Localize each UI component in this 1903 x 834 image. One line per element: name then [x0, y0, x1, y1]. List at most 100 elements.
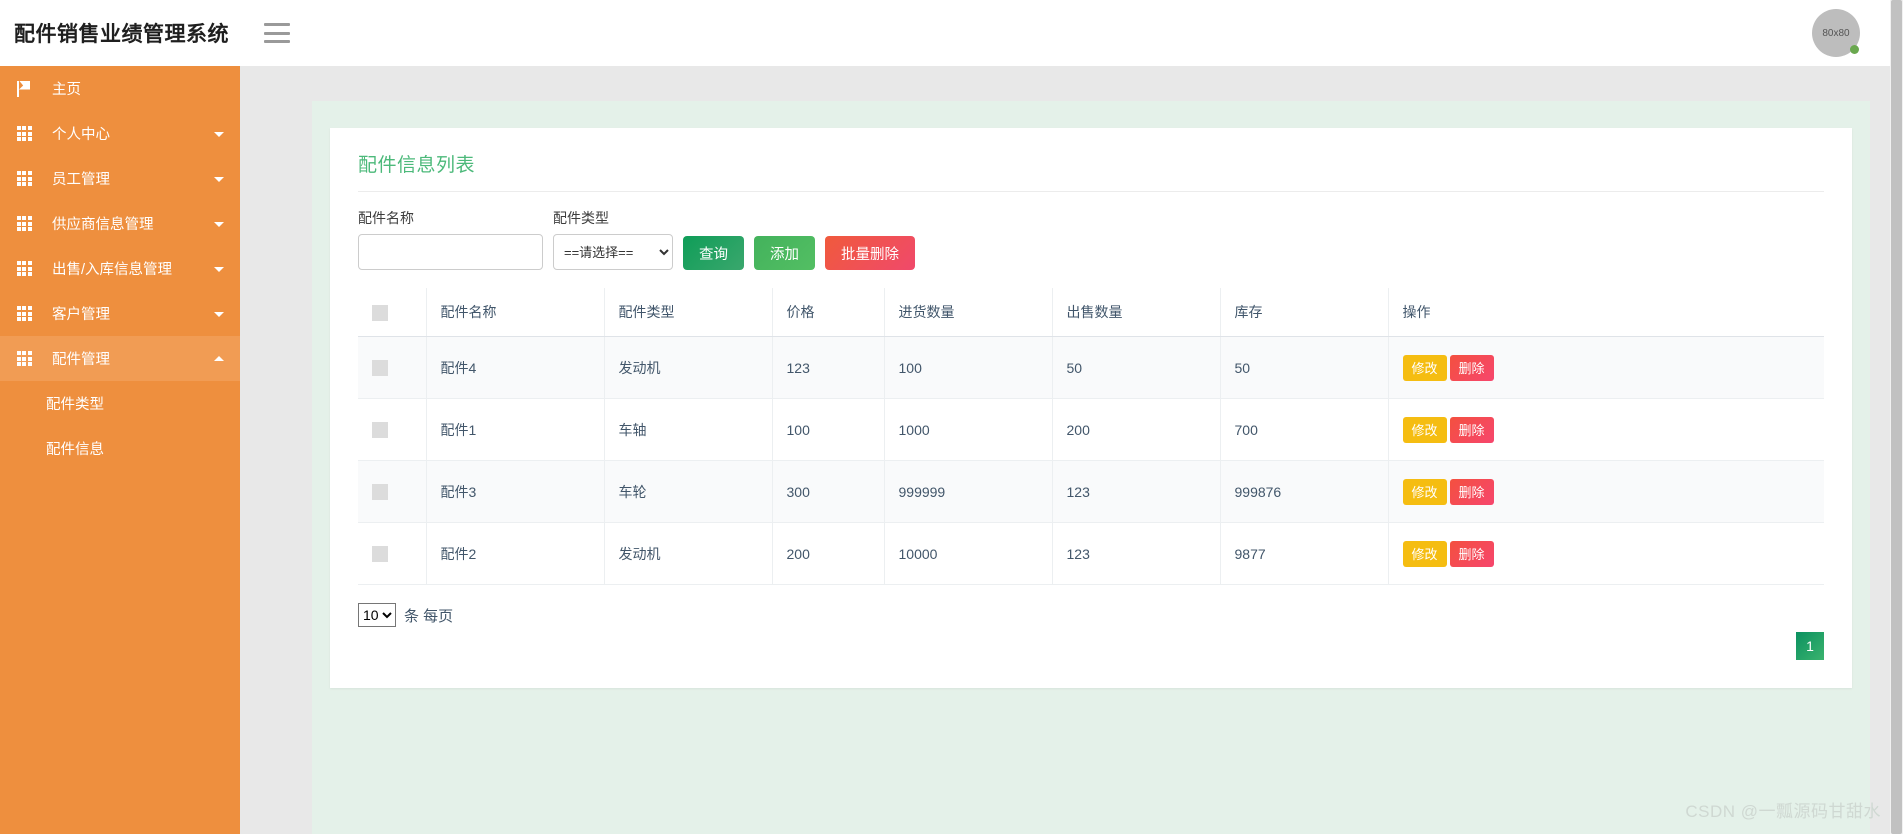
header-sold: 出售数量 — [1052, 288, 1221, 337]
sidebar-item-home[interactable]: 主页 — [0, 66, 240, 111]
sidebar-subitem-part-type[interactable]: 配件类型 — [0, 381, 240, 426]
part-type-label: 配件类型 — [553, 210, 609, 226]
grid-icon — [6, 171, 42, 186]
sidebar-subitem-part-info[interactable]: 配件信息 — [0, 426, 240, 471]
part-name-input[interactable] — [358, 234, 543, 270]
cell-actions: 修改 删除 — [1388, 522, 1824, 585]
chevron-down-icon — [214, 311, 224, 317]
pagination: 1 — [1796, 632, 1824, 660]
flag-icon — [6, 80, 42, 97]
table-row: 配件4 发动机 123 100 50 50 修改 删除 — [358, 336, 1824, 399]
cell-purchased: 10000 — [884, 522, 1053, 585]
edit-button[interactable]: 修改 — [1402, 416, 1447, 443]
cell-stock: 9877 — [1220, 522, 1389, 585]
sidebar-item-supplier-management[interactable]: 供应商信息管理 — [0, 201, 240, 246]
delete-button[interactable]: 删除 — [1449, 540, 1494, 567]
cell-part-name: 配件4 — [426, 336, 605, 399]
cell-actions: 修改 删除 — [1388, 460, 1824, 523]
delete-button[interactable]: 删除 — [1449, 478, 1494, 505]
watermark: CSDN @一瓢源码甘甜水 — [1685, 802, 1881, 821]
grid-icon — [6, 261, 42, 276]
scrollbar-thumb[interactable] — [1891, 0, 1902, 834]
sidebar-item-label: 客户管理 — [52, 307, 110, 323]
header-part-type: 配件类型 — [604, 288, 773, 337]
cell-part-name: 配件3 — [426, 460, 605, 523]
cell-sold: 50 — [1052, 336, 1221, 399]
table-row: 配件3 车轮 300 999999 123 999876 修改 删除 — [358, 460, 1824, 523]
select-all-checkbox[interactable] — [372, 304, 388, 321]
delete-button[interactable]: 删除 — [1449, 354, 1494, 381]
sidebar: 主页 个人中心 员工管理 供应商信息管理 出售/入库信息管理 客户管理 配件管理… — [0, 66, 240, 834]
edit-button[interactable]: 修改 — [1402, 478, 1447, 505]
cell-stock: 999876 — [1220, 460, 1389, 523]
cell-price: 200 — [772, 522, 885, 585]
sidebar-item-label: 个人中心 — [52, 127, 110, 143]
row-checkbox-cell — [358, 336, 427, 399]
parts-list-card: 配件信息列表 配件名称 配件类型 ==请选择== 查询 添加 批量删除 配件名称… — [330, 128, 1852, 688]
cell-purchased: 1000 — [884, 398, 1053, 461]
sidebar-item-parts-management[interactable]: 配件管理 — [0, 336, 240, 381]
top-header-bar: 配件销售业绩管理系统 80x80 — [0, 0, 1890, 66]
cell-stock: 700 — [1220, 398, 1389, 461]
chevron-down-icon — [214, 176, 224, 182]
hamburger-icon[interactable] — [264, 23, 290, 43]
cell-price: 100 — [772, 398, 885, 461]
table-head: 配件名称 配件类型 价格 进货数量 出售数量 库存 操作 — [358, 288, 1824, 337]
table-body: 配件4 发动机 123 100 50 50 修改 删除 配件1 车轴 100 1… — [358, 336, 1824, 585]
cell-actions: 修改 删除 — [1388, 336, 1824, 399]
sidebar-item-sale-stock-management[interactable]: 出售/入库信息管理 — [0, 246, 240, 291]
sidebar-item-personal-center[interactable]: 个人中心 — [0, 111, 240, 156]
page-scrollbar[interactable] — [1890, 0, 1903, 834]
grid-icon — [6, 216, 42, 231]
table-row: 配件2 发动机 200 10000 123 9877 修改 删除 — [358, 522, 1824, 585]
app-title: 配件销售业绩管理系统 — [14, 23, 229, 46]
cell-part-type: 发动机 — [604, 522, 773, 585]
batch-delete-button[interactable]: 批量删除 — [825, 236, 915, 270]
query-button[interactable]: 查询 — [683, 236, 744, 270]
cell-sold: 123 — [1052, 522, 1221, 585]
page-size-select[interactable]: 10 — [358, 603, 396, 627]
row-checkbox[interactable] — [372, 546, 388, 563]
table-header-row: 配件名称 配件类型 价格 进货数量 出售数量 库存 操作 — [358, 288, 1824, 337]
avatar[interactable]: 80x80 — [1812, 9, 1860, 57]
row-checkbox-cell — [358, 460, 427, 523]
sidebar-item-customer-management[interactable]: 客户管理 — [0, 291, 240, 336]
chevron-down-icon — [214, 266, 224, 272]
cell-part-type: 车轴 — [604, 398, 773, 461]
chevron-down-icon — [214, 221, 224, 227]
cell-part-type: 车轮 — [604, 460, 773, 523]
chevron-up-icon — [214, 355, 224, 361]
hamburger-bar — [264, 31, 290, 35]
add-button[interactable]: 添加 — [754, 236, 815, 270]
cell-part-type: 发动机 — [604, 336, 773, 399]
grid-icon — [6, 306, 42, 321]
row-checkbox[interactable] — [372, 484, 388, 501]
sidebar-item-label: 员工管理 — [52, 172, 110, 188]
header-part-name: 配件名称 — [426, 288, 605, 337]
row-checkbox-cell — [358, 398, 427, 461]
filter-toolbar: 配件名称 配件类型 ==请选择== 查询 添加 批量删除 — [330, 192, 1852, 270]
cell-actions: 修改 删除 — [1388, 398, 1824, 461]
cell-sold: 123 — [1052, 460, 1221, 523]
cell-purchased: 100 — [884, 336, 1053, 399]
sidebar-item-employee-management[interactable]: 员工管理 — [0, 156, 240, 201]
edit-button[interactable]: 修改 — [1402, 354, 1447, 381]
content-panel: 配件信息列表 配件名称 配件类型 ==请选择== 查询 添加 批量删除 配件名称… — [312, 101, 1870, 834]
edit-button[interactable]: 修改 — [1402, 540, 1447, 567]
table-footer: 10 条 每页 — [330, 585, 1852, 627]
page-button-1[interactable]: 1 — [1796, 632, 1824, 660]
part-type-field-group: 配件类型 ==请选择== — [553, 208, 673, 270]
hamburger-bar — [264, 23, 290, 26]
sidebar-subitem-label: 配件信息 — [46, 442, 104, 458]
row-checkbox[interactable] — [372, 422, 388, 439]
parts-table-wrapper: 配件名称 配件类型 价格 进货数量 出售数量 库存 操作 配件4 发动机 123… — [330, 270, 1852, 585]
cell-sold: 200 — [1052, 398, 1221, 461]
sidebar-item-label: 出售/入库信息管理 — [52, 262, 173, 278]
delete-button[interactable]: 删除 — [1449, 416, 1494, 443]
per-page-label: 条 每页 — [404, 607, 454, 625]
part-type-select[interactable]: ==请选择== — [553, 234, 673, 270]
chevron-down-icon — [214, 131, 224, 137]
sidebar-submenu-parts: 配件类型 配件信息 — [0, 381, 240, 471]
cell-purchased: 999999 — [884, 460, 1053, 523]
row-checkbox[interactable] — [372, 360, 388, 377]
